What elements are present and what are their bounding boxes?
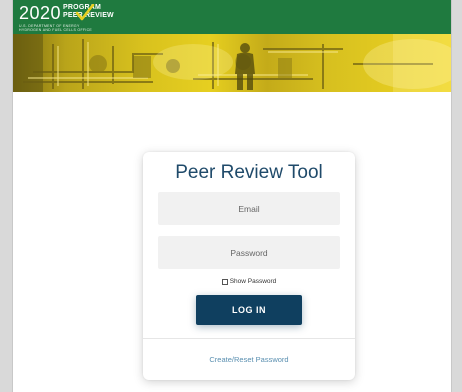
top-header-bar: 2020 PROGRAM PEER REVIEW U.S. DEPARTMENT… [13,0,451,34]
card-divider [143,338,355,339]
password-field[interactable]: Password [158,236,340,269]
create-reset-password-link[interactable]: Create/Reset Password [143,355,355,364]
checkmark-icon [75,4,95,21]
logo-year: 2020 [19,3,62,23]
page-frame: 2020 PROGRAM PEER REVIEW U.S. DEPARTMENT… [12,0,452,392]
login-button-label: LOG IN [232,305,266,315]
program-logo[interactable]: 2020 PROGRAM PEER REVIEW [19,4,114,22]
industrial-banner-image [13,34,451,92]
show-password-label: Show Password [229,278,277,285]
login-card: Peer Review Tool Email Password Show Pas… [143,152,355,380]
email-field[interactable]: Email [158,192,340,225]
show-password-checkbox[interactable] [221,278,228,285]
logo-subtext-line2: HYDROGEN AND FUEL CELLS OFFICE [19,28,93,32]
logo-subtext: U.S. DEPARTMENT OF ENERGY HYDROGEN AND F… [19,24,92,32]
show-password-toggle[interactable]: Show Password [143,278,355,285]
banner-illustration [13,34,451,92]
login-button[interactable]: LOG IN [196,295,302,325]
page-title: Peer Review Tool [175,162,323,183]
password-placeholder: Password [230,247,268,258]
email-placeholder: Email [238,203,260,214]
